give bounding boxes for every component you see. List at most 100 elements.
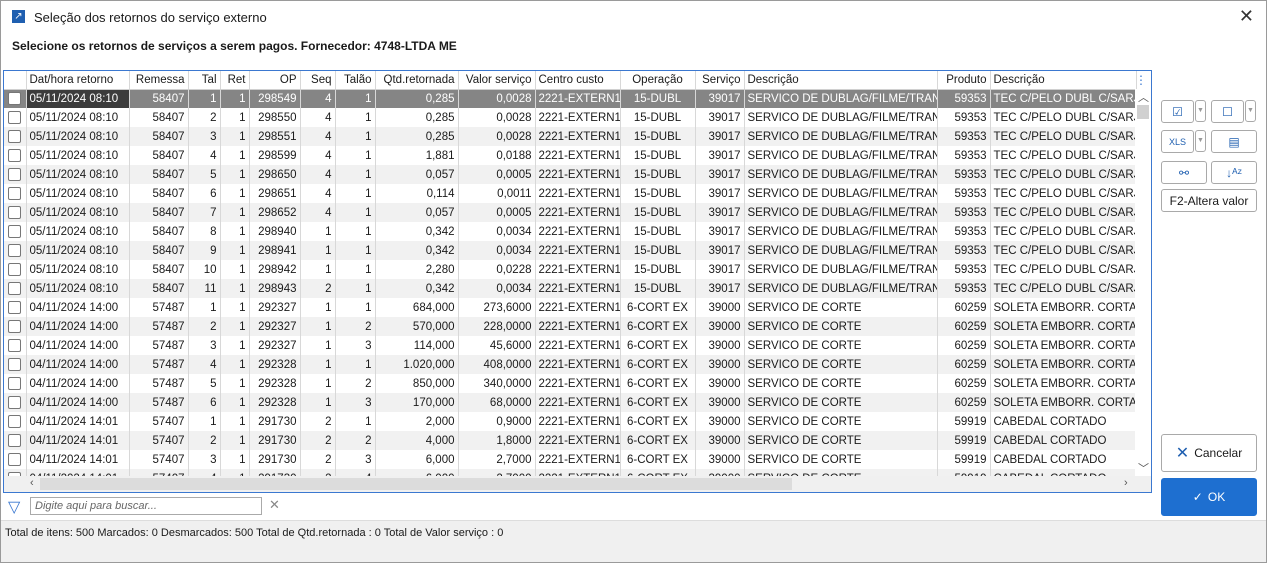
row-checkbox[interactable] <box>8 168 22 181</box>
table-row[interactable]: 04/11/2024 14:00 57487 1 1 292327 1 1 684,000 27… <box>4 298 1137 317</box>
table-row[interactable]: 04/11/2024 14:00 57487 3 1 292327 1 3 114,000 45… <box>4 336 1137 355</box>
alter-value-button[interactable]: F2-Altera valor <box>1161 189 1257 212</box>
row-checkbox-cell[interactable] <box>4 203 27 222</box>
table-row[interactable]: 05/11/2024 08:10 58407 6 1 298651 4 1 0,114 0,00… <box>4 184 1137 203</box>
column-header[interactable]: Descrição <box>744 71 938 90</box>
table-row[interactable]: 05/11/2024 08:10 58407 7 1 298652 4 1 0,057 0,00… <box>4 203 1137 222</box>
table-row[interactable]: 05/11/2024 08:10 58407 1 1 298549 4 1 0,285 0,00… <box>4 89 1137 108</box>
row-checkbox-cell[interactable] <box>4 108 27 127</box>
column-header[interactable]: OP <box>249 71 301 90</box>
row-checkbox-cell[interactable] <box>4 336 27 355</box>
table-row[interactable]: 05/11/2024 08:10 58407 9 1 298941 1 1 0,342 0,00… <box>4 241 1137 260</box>
column-header[interactable]: Seq <box>300 71 336 90</box>
row-checkbox[interactable] <box>8 282 22 295</box>
row-checkbox[interactable] <box>8 130 22 143</box>
row-checkbox[interactable] <box>8 187 22 200</box>
column-header[interactable] <box>4 71 27 90</box>
row-checkbox[interactable] <box>8 206 22 219</box>
horizontal-scrollbar[interactable]: ‹ › <box>4 476 1151 492</box>
column-header[interactable]: Tal <box>188 71 221 90</box>
table-row[interactable]: 05/11/2024 08:10 58407 2 1 298550 4 1 0,285 0,00… <box>4 108 1137 127</box>
vertical-scrollbar[interactable]: ︿ ﹀ <box>1135 89 1151 476</box>
row-checkbox-cell[interactable] <box>4 298 27 317</box>
row-checkbox-cell[interactable] <box>4 241 27 260</box>
row-checkbox-cell[interactable] <box>4 355 27 374</box>
ok-button[interactable]: ✓ OK <box>1161 478 1257 516</box>
clear-search-icon[interactable]: ✕ <box>269 497 280 513</box>
table-row[interactable]: 05/11/2024 08:10 58407 10 1 298942 1 1 2,280 0,0… <box>4 260 1137 279</box>
column-header[interactable]: Dat/hora retorno <box>26 71 130 90</box>
layout-button[interactable]: ▤ <box>1211 130 1257 153</box>
row-checkbox-cell[interactable] <box>4 450 27 469</box>
column-header[interactable]: Talão <box>335 71 376 90</box>
column-header[interactable]: Serviço <box>695 71 745 90</box>
column-header[interactable]: Remessa <box>129 71 189 90</box>
column-header[interactable]: Ret <box>220 71 250 90</box>
scroll-down-icon[interactable]: ﹀ <box>1138 460 1149 476</box>
row-checkbox-cell[interactable] <box>4 393 27 412</box>
row-checkbox[interactable] <box>8 434 22 447</box>
check-options-dropdown[interactable]: ▼ <box>1195 100 1206 122</box>
vertical-scroll-thumb[interactable] <box>1137 105 1149 119</box>
row-checkbox-cell[interactable] <box>4 260 27 279</box>
table-row[interactable]: 05/11/2024 08:10 58407 5 1 298650 4 1 0,057 0,00… <box>4 165 1137 184</box>
row-checkbox-cell[interactable] <box>4 374 27 393</box>
close-icon[interactable]: ✕ <box>1239 6 1254 27</box>
table-row[interactable]: 04/11/2024 14:00 57487 5 1 292328 1 2 850,000 34… <box>4 374 1137 393</box>
find-button[interactable]: ⚯ <box>1161 161 1207 184</box>
row-checkbox-cell[interactable] <box>4 222 27 241</box>
column-header[interactable]: Qtd.retornada <box>375 71 459 90</box>
row-checkbox-cell[interactable] <box>4 317 27 336</box>
column-options-icon[interactable]: ⋮ <box>1135 73 1147 87</box>
sort-button[interactable]: ↓ᴬᶻ <box>1211 161 1257 184</box>
scroll-left-icon[interactable]: ‹ <box>30 477 34 489</box>
table-row[interactable]: 04/11/2024 14:00 57487 2 1 292327 1 2 570,000 22… <box>4 317 1137 336</box>
row-checkbox-cell[interactable] <box>4 89 27 108</box>
row-checkbox[interactable] <box>8 111 22 124</box>
table-row[interactable]: 04/11/2024 14:01 57407 1 1 291730 2 1 2,000 0,90… <box>4 412 1137 431</box>
cancel-button[interactable]: ✕ Cancelar <box>1161 434 1257 472</box>
row-checkbox-cell[interactable] <box>4 146 27 165</box>
row-checkbox[interactable] <box>8 320 22 333</box>
table-row[interactable]: 04/11/2024 14:01 57407 2 1 291730 2 2 4,000 1,80… <box>4 431 1137 450</box>
row-checkbox[interactable] <box>8 301 22 314</box>
row-checkbox-cell[interactable] <box>4 127 27 146</box>
table-row[interactable]: 04/11/2024 14:00 57487 6 1 292328 1 3 170,000 68… <box>4 393 1137 412</box>
row-checkbox[interactable] <box>8 396 22 409</box>
uncheck-options-dropdown[interactable]: ▼ <box>1245 100 1256 122</box>
column-header[interactable]: Descrição <box>990 71 1137 90</box>
row-checkbox[interactable] <box>8 263 22 276</box>
export-xls-button[interactable]: XLS <box>1161 130 1194 153</box>
row-checkbox-cell[interactable] <box>4 431 27 450</box>
table-row[interactable]: 05/11/2024 08:10 58407 8 1 298940 1 1 0,342 0,00… <box>4 222 1137 241</box>
row-checkbox[interactable] <box>8 225 22 238</box>
table-row[interactable]: 05/11/2024 08:10 58407 4 1 298599 4 1 1,881 0,01… <box>4 146 1137 165</box>
check-all-button[interactable]: ☑ <box>1161 100 1194 123</box>
row-checkbox[interactable] <box>8 149 22 162</box>
row-checkbox[interactable] <box>8 244 22 257</box>
export-options-dropdown[interactable]: ▼ <box>1195 130 1206 152</box>
column-header[interactable]: Centro custo <box>535 71 621 90</box>
table-row[interactable]: 05/11/2024 08:10 58407 11 1 298943 2 1 0,342 0,0… <box>4 279 1137 298</box>
row-checkbox-cell[interactable] <box>4 165 27 184</box>
row-checkbox[interactable] <box>8 415 22 428</box>
row-checkbox[interactable] <box>8 358 22 371</box>
row-checkbox[interactable] <box>8 339 22 352</box>
row-checkbox[interactable] <box>8 453 22 466</box>
table-row[interactable]: 04/11/2024 14:01 57407 3 1 291730 2 3 6,000 2,70… <box>4 450 1137 469</box>
column-header[interactable]: Valor serviço <box>458 71 536 90</box>
table-row[interactable]: 04/11/2024 14:00 57487 4 1 292328 1 1 1.020,000… <box>4 355 1137 374</box>
filter-icon[interactable]: ▽ <box>8 497 20 517</box>
row-checkbox-cell[interactable] <box>4 279 27 298</box>
scroll-right-icon[interactable]: › <box>1124 477 1128 489</box>
scroll-up-icon[interactable]: ︿ <box>1138 89 1149 105</box>
row-checkbox[interactable] <box>8 92 22 106</box>
row-checkbox[interactable] <box>8 377 22 390</box>
column-header[interactable]: Produto <box>937 71 991 90</box>
uncheck-all-button[interactable]: ☐ <box>1211 100 1244 123</box>
search-input[interactable]: Digite aqui para buscar... <box>30 497 262 515</box>
row-checkbox-cell[interactable] <box>4 184 27 203</box>
table-row[interactable]: 05/11/2024 08:10 58407 3 1 298551 4 1 0,285 0,00… <box>4 127 1137 146</box>
column-header[interactable]: Operação <box>620 71 696 90</box>
row-checkbox-cell[interactable] <box>4 412 27 431</box>
